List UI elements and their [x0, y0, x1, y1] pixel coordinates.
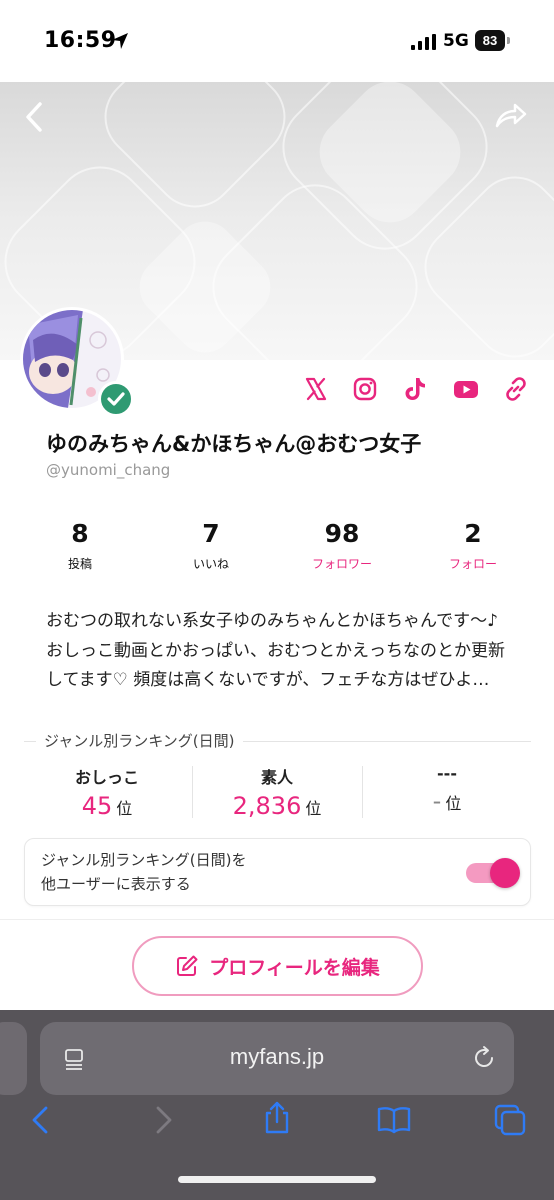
ranking-item: --- -位 [364, 764, 530, 815]
battery-icon: 83 [475, 30, 505, 51]
youtube-icon[interactable] [451, 374, 481, 404]
display-name: ゆのみちゃん&かほちゃん@おむつ女子 [46, 432, 422, 456]
bookmarks-icon[interactable] [376, 1102, 412, 1138]
stat-value: 98 [324, 519, 360, 548]
browser-share-icon[interactable] [259, 1100, 295, 1136]
stat-label: フォロワー [311, 557, 372, 571]
ranking-genre: --- [437, 764, 457, 783]
url-text: myfans.jp [229, 1044, 325, 1069]
browser-back-icon[interactable] [24, 1102, 60, 1138]
ranking-number: 2,836 [232, 792, 302, 820]
user-handle: @yunomi_chang [46, 461, 171, 479]
ranking-number: - [432, 787, 442, 815]
stat-label: 投稿 [67, 557, 92, 571]
cellular-signal-icon [411, 34, 436, 50]
bio-line: おむつの取れない系女子ゆのみちゃんとかほちゃんです〜♪ [46, 611, 498, 631]
location-arrow-icon [112, 33, 128, 49]
ranking-separator [192, 766, 193, 818]
ranking-separator [362, 766, 363, 818]
ranking-visibility-setting: ジャンル別ランキング(日間)を 他ユーザーに表示する [24, 838, 531, 906]
stat-value: 2 [464, 519, 482, 548]
status-bar: 16:59 5G 83 [0, 0, 554, 82]
stat-likes[interactable]: 7 いいね [146, 519, 276, 572]
reload-icon[interactable] [470, 1044, 498, 1072]
ranking-suffix: 位 [116, 799, 133, 818]
stat-value: 7 [202, 519, 220, 548]
bio-line: おしっこ動画とかおっぱい、おむつとかえっちなのとか更新 [46, 640, 505, 661]
ranking-item: 素人 2,836 位 [194, 764, 360, 820]
home-indicator [178, 1176, 376, 1183]
toggle-label-line: ジャンル別ランキング(日間)を [41, 851, 247, 869]
stat-followers[interactable]: 98 フォロワー [277, 519, 407, 572]
verified-badge-icon [98, 381, 134, 417]
stat-label: いいね [192, 557, 229, 571]
toggle-knob[interactable] [490, 858, 520, 888]
stat-posts[interactable]: 8 投稿 [15, 519, 145, 572]
ranking-number: 45 [81, 792, 113, 820]
stat-following[interactable]: 2 フォロー [408, 519, 538, 572]
bio-line: してます♡ 頻度は高くないですが、フェチな方はぜひよ… [46, 670, 490, 690]
edit-profile-button[interactable]: プロフィールを編集 [132, 936, 423, 996]
ranking-genre: おしっこ [74, 768, 139, 787]
section-divider [0, 919, 554, 920]
edit-profile-label: プロフィールを編集 [209, 956, 380, 979]
ranking-suffix: 位 [445, 794, 462, 813]
toggle-label-line: 他ユーザーに表示する [41, 875, 191, 893]
status-time: 16:59 [44, 28, 117, 53]
ranking-visibility-label: ジャンル別ランキング(日間)を 他ユーザーに表示する [41, 848, 301, 896]
ranking-suffix: 位 [305, 799, 322, 818]
browser-forward-icon[interactable] [144, 1102, 180, 1138]
back-arrow-icon[interactable] [20, 100, 48, 134]
instagram-icon[interactable] [350, 374, 380, 404]
stat-label: フォロー [448, 557, 497, 571]
battery-tip [507, 37, 510, 44]
ranking-title: ジャンル別ランキング(日間) [36, 730, 243, 751]
profile-bio[interactable]: おむつの取れない系女子ゆのみちゃんとかほちゃんです〜♪ おしっこ動画とかおっぱい… [46, 607, 516, 696]
address-bar[interactable]: myfans.jp [40, 1022, 514, 1095]
link-icon[interactable] [501, 374, 531, 404]
stat-value: 8 [71, 519, 89, 548]
network-type: 5G [443, 31, 469, 51]
tabs-icon[interactable] [492, 1102, 528, 1138]
edit-icon [177, 955, 198, 976]
share-icon[interactable] [494, 100, 528, 130]
x-icon[interactable] [301, 374, 331, 404]
ranking-item: おしっこ 45 位 [24, 764, 190, 820]
ranking-genre: 素人 [260, 768, 293, 787]
previous-tab-preview[interactable] [0, 1022, 27, 1095]
tiktok-icon[interactable] [400, 374, 430, 404]
